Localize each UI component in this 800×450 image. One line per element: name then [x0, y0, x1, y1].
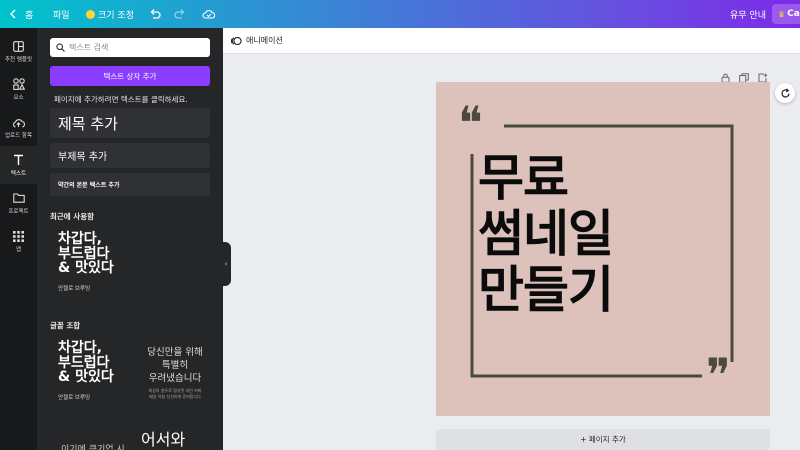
- crown-icon: ♛: [778, 9, 786, 19]
- font-combos-header: 글꼴 조합: [50, 321, 81, 330]
- combo-2-small-2: 매일 아침 신선하게 준비합니다: [149, 394, 201, 399]
- text-icon: [13, 153, 24, 167]
- elements-icon: [12, 77, 25, 91]
- cloud-save-button[interactable]: [202, 0, 216, 28]
- close-quote-icon: ❞: [706, 348, 731, 402]
- rail-item-apps[interactable]: 앱: [0, 222, 37, 260]
- recent-tile-line-3: & 맛있다: [58, 260, 114, 277]
- recent-tile-line-1: 차갑다,: [58, 231, 102, 247]
- add-heading-button[interactable]: 제목 추가: [50, 108, 210, 138]
- combo-2-line-1: 당신만을 위해: [147, 347, 203, 358]
- add-body-label: 약간의 본문 텍스트 추가: [58, 182, 120, 189]
- add-textbox-button[interactable]: 텍스트 상자 추가: [50, 66, 210, 86]
- headline-line-3: 만들기: [478, 261, 614, 319]
- combo-1-line-3: & 맛있다: [58, 369, 114, 386]
- animation-button[interactable]: 애니메이션: [231, 35, 283, 46]
- template-icon: [13, 39, 24, 53]
- rail-item-uploads[interactable]: 업로드 항목: [0, 108, 37, 146]
- collapse-panel-button[interactable]: ‹: [221, 242, 231, 286]
- combo-2-line-3: 우려냈습니다: [148, 373, 202, 384]
- recent-header: 최근에 사용함: [50, 212, 95, 221]
- combo-1-line-1: 차갑다,: [58, 340, 102, 356]
- recent-text-tile[interactable]: 차갑다, 부드럽다 & 맛있다 안젤로 브루잉: [58, 232, 114, 292]
- rail-label-projects: 프로젝트: [8, 209, 29, 215]
- headline-line-1: 무료: [478, 149, 569, 207]
- editor-toolbar: 애니메이션: [223, 28, 800, 54]
- file-menu-button[interactable]: 파일: [53, 0, 70, 28]
- redo-icon: [174, 9, 185, 19]
- text-panel: 텍스트 상자 추가 페이지에 추가하려면 텍스트를 클릭하세요. 제목 추가 부…: [37, 28, 223, 450]
- chevron-left-icon: ‹: [224, 260, 228, 268]
- add-heading-label: 제목 추가: [58, 114, 118, 133]
- combo-tile-2[interactable]: 당신만을 위해 특별히 우려냈습니다 최상의 원두로 정성껏 내린 커피 매일 …: [135, 346, 215, 400]
- rail-item-text[interactable]: 텍스트: [0, 146, 37, 184]
- add-body-button[interactable]: 약간의 본문 텍스트 추가: [50, 173, 210, 196]
- rail-item-templates[interactable]: 추천 템플릿: [0, 32, 37, 70]
- combo-tile-1[interactable]: 차갑다, 부드럽다 & 맛있다 안젤로 브루잉: [58, 341, 114, 401]
- combo-1-caption: 안젤로 브루잉: [58, 395, 91, 402]
- search-icon: [56, 43, 65, 52]
- undo-button[interactable]: [149, 0, 161, 28]
- design-canvas[interactable]: ❝ ❞ 무료 썸네일 만들기: [436, 82, 770, 416]
- undo-icon: [150, 9, 161, 19]
- rail-label-text: 텍스트: [10, 171, 27, 177]
- open-quote-icon: ❝: [458, 96, 483, 150]
- search-input[interactable]: [69, 43, 199, 52]
- refresh-design-button[interactable]: [775, 83, 795, 103]
- share-button[interactable]: ♛ Ca: [772, 4, 800, 24]
- redo-button[interactable]: [174, 0, 186, 28]
- add-subheading-button[interactable]: 부제목 추가: [50, 143, 210, 168]
- file-label: 파일: [53, 10, 70, 21]
- upload-icon: [12, 115, 25, 129]
- rail-label-uploads: 업로드 항목: [4, 133, 33, 139]
- home-label: 홈: [25, 10, 34, 21]
- headline-line-2: 썸네일: [478, 205, 614, 263]
- share-label: Ca: [787, 9, 800, 19]
- folder-icon: [12, 191, 25, 205]
- left-rail: 추천 템플릿 요소 업로드 항목 텍스트 프로젝트 앱: [0, 28, 37, 450]
- add-subheading-label: 부제목 추가: [58, 152, 108, 163]
- combo-tile-3[interactable]: 어서와: [141, 426, 185, 450]
- canvas-headline[interactable]: 무료 썸네일 만들기: [478, 149, 614, 319]
- rail-label-templates: 추천 템플릿: [4, 57, 33, 63]
- search-box[interactable]: [50, 38, 210, 57]
- combo-tile-4[interactable]: 이기에 큰기업 시: [61, 442, 125, 450]
- resize-button[interactable]: 크기 조정: [86, 0, 134, 28]
- cloud-check-icon: [202, 9, 216, 19]
- rail-item-projects[interactable]: 프로젝트: [0, 184, 37, 222]
- paid-guide-label: 유무 안내: [730, 10, 766, 21]
- rail-label-apps: 앱: [15, 247, 22, 253]
- back-home-button[interactable]: 홈: [9, 0, 33, 28]
- hint-text: 페이지에 추가하려면 텍스트를 클릭하세요.: [54, 95, 188, 104]
- resize-icon: [86, 9, 95, 19]
- rail-label-elements: 요소: [13, 95, 24, 101]
- animation-label: 애니메이션: [246, 36, 283, 45]
- refresh-icon: [780, 87, 790, 97]
- resize-label: 크기 조정: [98, 10, 134, 21]
- add-page-button[interactable]: + 페이지 추가: [436, 429, 770, 450]
- paid-guide-button[interactable]: 유무 안내: [730, 0, 766, 28]
- apps-icon: [13, 229, 24, 243]
- rail-item-elements[interactable]: 요소: [0, 70, 37, 108]
- animation-icon: [231, 36, 242, 45]
- top-toolbar: 홈 파일 크기 조정 유무 안내 ♛ Ca: [0, 0, 800, 28]
- recent-tile-caption: 안젤로 브루잉: [58, 286, 91, 293]
- chevron-left-icon: [9, 9, 16, 19]
- combo-2-line-2: 특별히: [161, 360, 189, 371]
